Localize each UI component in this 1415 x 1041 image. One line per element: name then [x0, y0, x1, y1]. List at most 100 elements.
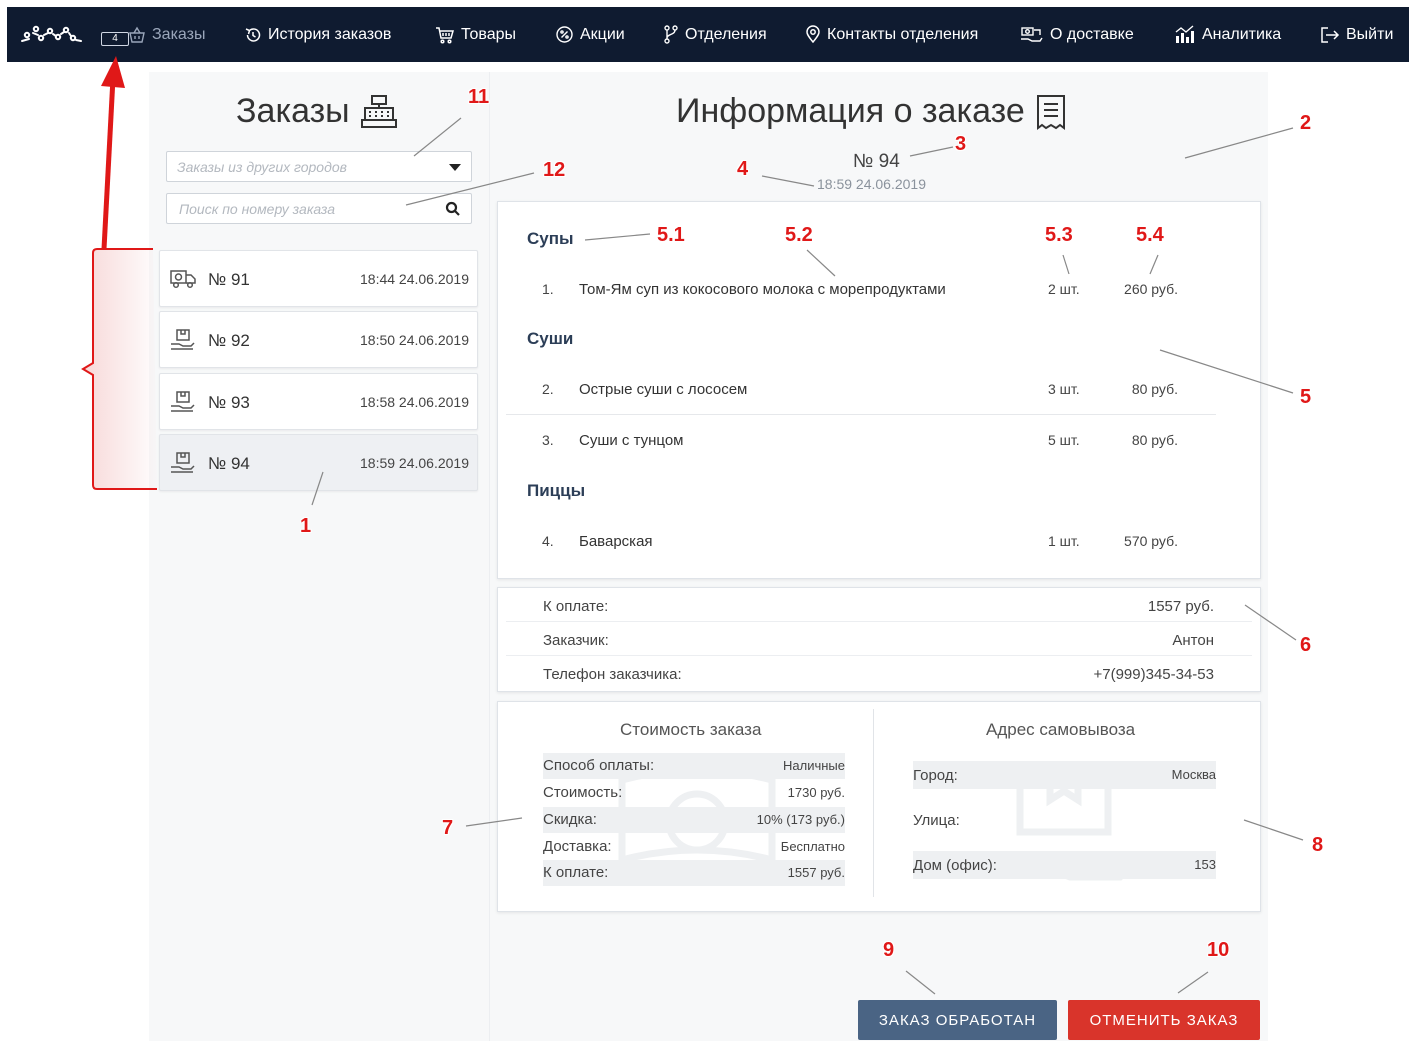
city-orders-select[interactable]: Заказы из других городов — [166, 151, 472, 182]
nav-analytics[interactable]: Аналитика — [1174, 7, 1281, 62]
category-sushi: Суши — [527, 329, 574, 348]
payment-row-customer: Заказчик: Антон — [506, 622, 1252, 656]
annotation-label: 10 — [1207, 939, 1230, 961]
annotation-label: 2 — [1300, 112, 1312, 134]
nav-logout[interactable]: Выйти — [1320, 7, 1393, 62]
basket-icon — [129, 26, 145, 43]
search-icon[interactable] — [445, 201, 461, 217]
order-card-91[interactable]: № 91 18:44 24.06.2019 — [159, 250, 478, 307]
pickup-row-street: Улица: — [913, 812, 960, 829]
cost-row-payment-method: Способ оплаты: Наличные — [543, 753, 845, 779]
item-index: 4. — [542, 533, 554, 549]
location-pin-icon — [806, 25, 820, 44]
delivery-truck-icon — [170, 270, 196, 289]
nav-orders[interactable]: Заказы — [128, 7, 205, 62]
annotation-label: 5.4 — [1136, 224, 1164, 246]
nav-branch-contacts[interactable]: Контакты отделения — [805, 7, 978, 62]
cost-title: Стоимость заказа — [620, 720, 762, 739]
cash-register-icon — [360, 94, 397, 128]
logout-icon — [1321, 26, 1340, 43]
nav-products[interactable]: Товары — [435, 7, 516, 62]
order-number-heading: № 94 — [853, 151, 900, 172]
pickup-box-icon — [171, 452, 195, 473]
nav-history[interactable]: История заказов — [244, 7, 391, 62]
annotation-label: 3 — [955, 133, 967, 155]
city-orders-select-placeholder: Заказы из других городов — [177, 159, 347, 175]
annotation-label: 5 — [1300, 386, 1312, 408]
payment-row-phone: Телефон заказчика: +7(999)345-34-53 — [543, 666, 1214, 683]
order-card-93[interactable]: № 93 18:58 24.06.2019 — [159, 373, 478, 430]
item-name: Суши с тунцом — [579, 432, 684, 449]
annotation-label: 11 — [468, 86, 490, 108]
order-info-title: Информация о заказе — [676, 92, 1067, 131]
annotation-label: 5.2 — [785, 224, 813, 246]
order-processed-button[interactable]: ЗАКАЗ ОБРАБОТАН — [858, 1000, 1057, 1040]
item-divider — [506, 414, 1216, 415]
item-name: Острые суши с лососем — [579, 381, 748, 398]
orders-count-badge: 4 — [101, 32, 129, 46]
pickup-box-icon — [171, 391, 195, 412]
cancel-order-button[interactable]: ОТМЕНИТЬ ЗАКАЗ — [1068, 1000, 1260, 1040]
nav-promotions-label: Акции — [580, 25, 625, 43]
annotation-label: 7 — [442, 817, 454, 839]
category-pizza: Пиццы — [527, 481, 586, 500]
delivery-money-icon — [1021, 27, 1043, 42]
cost-row-total: К оплате: 1557 руб. — [543, 860, 845, 886]
order-number: № 93 — [208, 393, 250, 412]
annotation-label: 5.3 — [1045, 224, 1073, 246]
item-price: 80 руб. — [1131, 381, 1178, 397]
item-name: Баварская — [579, 533, 653, 550]
order-search-input[interactable] — [167, 194, 437, 223]
annotation-label: 4 — [737, 158, 749, 180]
item-quantity: 1 шт. — [1048, 533, 1080, 549]
history-icon — [245, 27, 261, 42]
pickup-row-city: Город: Москва — [913, 761, 1216, 789]
item-name: Том-Ям суп из кокосового молока с морепр… — [579, 281, 946, 298]
item-price: 260 руб. — [1124, 281, 1178, 297]
annotation-label: 12 — [543, 159, 566, 181]
order-card-92[interactable]: № 92 18:50 24.06.2019 — [159, 311, 478, 368]
category-soups: Супы — [527, 229, 574, 248]
orders-title: Заказы — [236, 92, 398, 131]
cart-icon — [436, 26, 454, 44]
annotation-label: 8 — [1312, 834, 1324, 856]
nav-delivery-label: О доставке — [1050, 25, 1134, 43]
order-time: 18:44 24.06.2019 — [360, 271, 469, 287]
order-search-field — [166, 193, 472, 224]
receipt-icon — [1036, 94, 1065, 130]
item-quantity: 3 шт. — [1048, 381, 1080, 397]
annotation-label: 5.1 — [657, 224, 685, 246]
nav-products-label: Товары — [461, 25, 517, 43]
cost-row-discount: Скидка: 10% (173 руб.) — [543, 807, 845, 833]
item-price: 80 руб. — [1131, 432, 1178, 448]
chevron-down-icon — [449, 164, 461, 171]
order-number: № 94 — [208, 454, 250, 473]
nav-branches-label: Отделения — [685, 25, 767, 43]
analytics-icon — [1175, 25, 1194, 43]
discount-icon — [556, 26, 573, 43]
nav-branch-contacts-label: Контакты отделения — [827, 25, 979, 43]
cost-row-subtotal: Стоимость: 1730 руб. — [543, 784, 845, 801]
payment-row-total: К оплате: 1557 руб. — [506, 588, 1252, 622]
nav-promotions[interactable]: Акции — [555, 7, 625, 62]
nav-history-label: История заказов — [268, 25, 392, 43]
order-card-94[interactable]: № 94 18:59 24.06.2019 — [159, 434, 478, 491]
annotation-label: 1 — [300, 515, 312, 537]
pickup-title: Адрес самовывоза — [986, 720, 1136, 739]
vertical-divider — [873, 709, 874, 897]
order-number: № 91 — [208, 270, 250, 289]
item-index: 3. — [542, 432, 554, 448]
order-time: 18:50 24.06.2019 — [360, 332, 469, 348]
item-index: 1. — [542, 281, 554, 297]
pickup-row-house: Дом (офис): 153 — [913, 851, 1216, 879]
item-quantity: 5 шт. — [1048, 432, 1080, 448]
order-time: 18:59 24.06.2019 — [360, 455, 469, 471]
item-quantity: 2 шт. — [1048, 281, 1080, 297]
nav-delivery[interactable]: О доставке — [1020, 7, 1134, 62]
annotation-label: 9 — [883, 939, 895, 961]
item-index: 2. — [542, 381, 554, 397]
nav-logout-label: Выйти — [1346, 25, 1394, 43]
logo-icon[interactable] — [19, 21, 83, 47]
nav-branches[interactable]: Отделения — [663, 7, 767, 62]
order-datetime: 18:59 24.06.2019 — [817, 176, 926, 192]
